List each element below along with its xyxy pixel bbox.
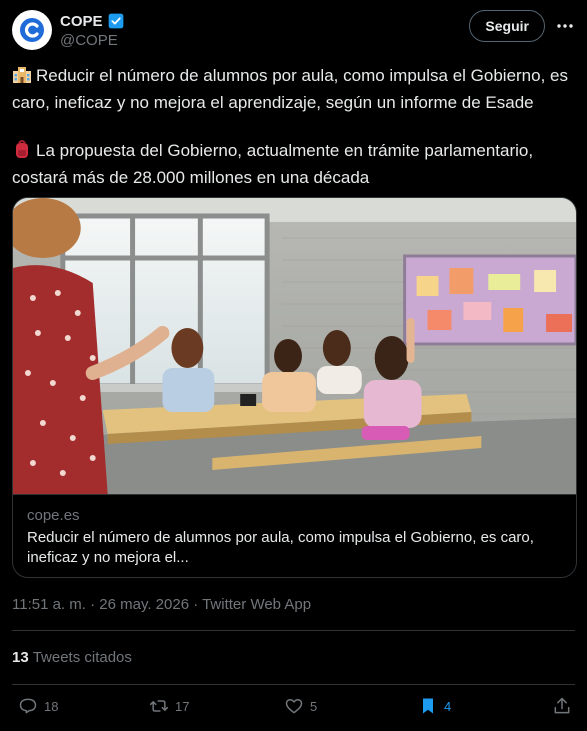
bookmark-count: 4	[444, 698, 452, 714]
retweet-icon	[149, 700, 169, 712]
tweet-timestamp[interactable]: 11:51 a. m. · 26 may. 2026 · Twitter Web…	[12, 596, 311, 613]
share-button[interactable]	[552, 696, 572, 716]
cope-logo-icon	[20, 18, 44, 42]
school-building-emoji	[12, 64, 32, 91]
bookmark-icon	[423, 698, 433, 714]
tweet-header: COPE @COPE Seguir	[12, 10, 575, 52]
verified-badge-icon	[108, 13, 123, 29]
like-count: 5	[310, 698, 318, 714]
divider	[12, 630, 575, 631]
bookmark-button[interactable]: 4	[418, 696, 451, 716]
tweet-paragraph-1: Reducir el número de alumnos por aula, c…	[12, 64, 568, 112]
reply-count: 18	[44, 698, 59, 714]
reply-icon	[19, 698, 37, 714]
follow-button[interactable]: Seguir	[469, 10, 545, 42]
reply-button[interactable]: 18	[18, 696, 58, 716]
classroom-photo	[13, 198, 576, 494]
quote-tweets-link[interactable]: 13 Tweets citados	[12, 649, 132, 666]
share-icon	[554, 697, 570, 714]
retweet-button[interactable]: 17	[149, 696, 189, 716]
more-options-icon[interactable]	[555, 16, 575, 36]
handle[interactable]: @COPE	[60, 32, 125, 49]
display-name[interactable]: COPE	[60, 13, 103, 30]
quote-count: 13	[12, 649, 29, 666]
quote-label: Tweets citados	[32, 649, 132, 666]
divider	[12, 684, 575, 685]
card-title: Reducir el número de alumnos por aula, c…	[27, 529, 534, 566]
like-button[interactable]: 5	[284, 696, 317, 716]
author-names: COPE @COPE	[60, 12, 125, 49]
tweet-text: Reducir el número de alumnos por aula, c…	[12, 64, 574, 190]
card-domain: cope.es	[27, 507, 80, 524]
link-card[interactable]: cope.es Reducir el número de alumnos por…	[12, 197, 577, 578]
retweet-count: 17	[175, 698, 190, 714]
avatar[interactable]	[12, 10, 52, 50]
action-bar: 18 17 5 4	[12, 696, 575, 722]
tweet-paragraph-2: La propuesta del Gobierno, actualmente e…	[12, 139, 534, 187]
card-meta: cope.es Reducir el número de alumnos por…	[13, 494, 576, 577]
heart-icon	[285, 699, 303, 714]
backpack-emoji	[12, 139, 32, 166]
